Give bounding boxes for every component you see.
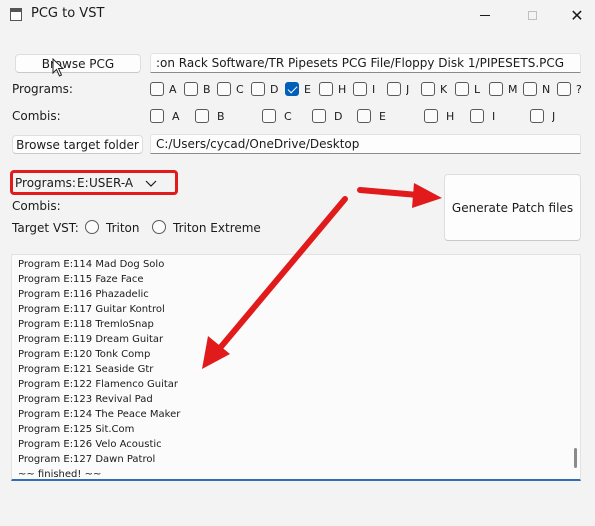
combis-checkbox-label: J — [552, 110, 556, 123]
combis-checkbox-4[interactable] — [312, 109, 326, 123]
close-icon: ✕ — [570, 5, 584, 25]
browse-target-folder-button[interactable]: Browse target folder — [12, 135, 143, 154]
log-line: Program E:118 TremloSnap — [18, 319, 154, 330]
title-bar[interactable]: PCG to VST ✕ — [0, 0, 595, 30]
programs-checkbox-3[interactable] — [217, 82, 231, 96]
programs-checkbox-10[interactable] — [455, 82, 469, 96]
combis-checkbox-label: D — [334, 110, 343, 123]
log-line: Program E:116 Phazadelic — [18, 289, 149, 300]
programs-checkbox-label: A — [169, 83, 177, 96]
programs-row-label: Programs: — [12, 82, 73, 96]
programs-checkbox-8[interactable] — [387, 82, 401, 96]
log-line: ~~ finished! ~~ — [18, 469, 102, 480]
combis-checkbox-label: A — [172, 110, 180, 123]
combis-checkbox-7[interactable] — [470, 109, 484, 123]
log-line: Program E:119 Dream Guitar — [18, 334, 164, 345]
combis-checkbox-2[interactable] — [195, 109, 209, 123]
programs-checkbox-label: ? — [576, 83, 582, 96]
programs-checkbox-5[interactable] — [285, 82, 299, 96]
programs-checkbox-label: C — [236, 83, 244, 96]
log-line: Program E:114 Mad Dog Solo — [18, 259, 165, 270]
programs-checkbox-label: I — [372, 83, 376, 96]
log-line: Program E:120 Tonk Comp — [18, 349, 151, 360]
triton-radio[interactable] — [85, 220, 99, 234]
programs-checkbox-label: B — [203, 83, 211, 96]
log-line: Program E:122 Flamenco Guitar — [18, 379, 179, 390]
chevron-down-icon — [145, 174, 157, 195]
window-title: PCG to VST — [31, 6, 105, 21]
programs-checkbox-7[interactable] — [353, 82, 367, 96]
programs-select-label: Programs: — [15, 176, 76, 190]
triton-radio-label: Triton — [106, 221, 140, 235]
programs-checkbox-6[interactable] — [319, 82, 333, 96]
programs-checkbox-label: J — [406, 83, 410, 96]
combis-checkbox-label: I — [492, 110, 496, 123]
programs-checkbox-13[interactable] — [557, 82, 571, 96]
generate-patch-files-button[interactable]: Generate Patch files — [444, 174, 581, 241]
minimize-button[interactable] — [463, 0, 507, 30]
programs-checkbox-2[interactable] — [184, 82, 198, 96]
log-line: Program E:123 Revival Pad — [18, 394, 153, 405]
output-log[interactable]: Program E:114 Mad Dog Solo Program E:115 … — [11, 254, 581, 481]
programs-checkbox-label: K — [440, 83, 448, 96]
target-vst-label: Target VST: — [12, 221, 79, 235]
programs-checkbox-12[interactable] — [523, 82, 537, 96]
mouse-pointer-icon — [52, 58, 65, 77]
combis-checkbox-label: C — [284, 110, 292, 123]
maximize-button[interactable] — [510, 0, 554, 30]
combis-checkbox-1[interactable] — [150, 109, 164, 123]
combis-checkbox-label: E — [379, 110, 386, 123]
annotation-arrow-right — [357, 183, 442, 208]
combis-row-label: Combis: — [12, 109, 61, 123]
programs-checkbox-label: N — [542, 83, 551, 96]
combis-checkbox-3[interactable] — [262, 109, 276, 123]
log-line: Program E:125 Sit.Com — [18, 424, 135, 435]
combis-checkbox-label: H — [446, 110, 455, 123]
programs-checkbox-label: L — [474, 83, 481, 96]
log-line: Program E:126 Velo Acoustic — [18, 439, 162, 450]
combis-checkbox-5[interactable] — [357, 109, 371, 123]
programs-checkbox-9[interactable] — [421, 82, 435, 96]
log-line: Program E:127 Dawn Patrol — [18, 454, 156, 465]
programs-checkbox-label: E — [304, 83, 311, 96]
log-line: Program E:124 The Peace Maker — [18, 409, 181, 420]
programs-checkbox-label: H — [338, 83, 347, 96]
triton-extreme-radio-label: Triton Extreme — [173, 221, 261, 235]
target-folder-path-field[interactable]: C:/Users/cycad/OneDrive/Desktop — [150, 134, 581, 154]
combis-checkbox-label: B — [217, 110, 225, 123]
programs-checkbox-11[interactable] — [489, 82, 503, 96]
pcg-path-field[interactable]: :on Rack Software/TR Pipesets PCG File/F… — [150, 53, 581, 73]
programs-checkbox-label: M — [508, 83, 518, 96]
combis-select-label: Combis: — [12, 199, 61, 213]
triton-extreme-radio[interactable] — [152, 220, 166, 234]
log-line: Program E:121 Seaside Gtr — [18, 364, 154, 375]
log-line: Program E:115 Faze Face — [18, 274, 144, 285]
maximize-icon — [527, 10, 537, 20]
combis-checkbox-8[interactable] — [530, 109, 544, 123]
log-line: Program E:117 Guitar Kontrol — [18, 304, 165, 315]
programs-bank-select[interactable]: Programs: E: USER-A — [10, 170, 178, 195]
log-scrollbar-thumb[interactable] — [574, 448, 577, 468]
close-button[interactable]: ✕ — [555, 0, 595, 30]
programs-checkbox-1[interactable] — [150, 82, 164, 96]
minimize-icon — [480, 14, 490, 16]
programs-select-value: USER-A — [89, 176, 134, 190]
programs-checkbox-label: D — [270, 83, 279, 96]
programs-checkbox-4[interactable] — [251, 82, 265, 96]
combis-checkbox-6[interactable] — [424, 109, 438, 123]
app-icon — [10, 8, 22, 21]
programs-select-bank: E: — [77, 176, 89, 190]
browse-pcg-button[interactable]: Browse PCG — [15, 54, 141, 73]
